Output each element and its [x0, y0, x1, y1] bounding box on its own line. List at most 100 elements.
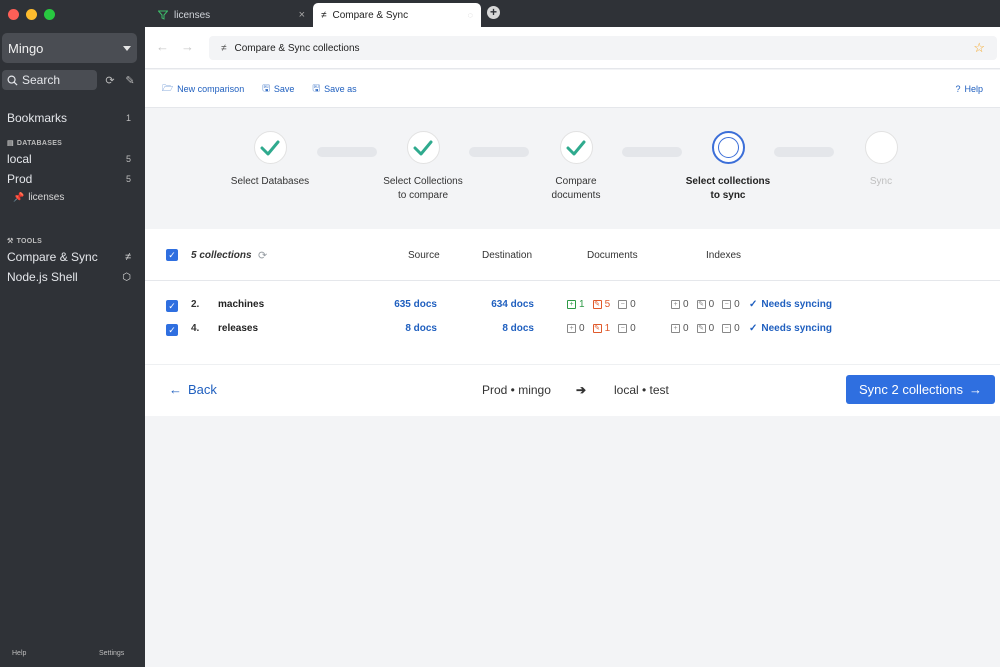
compare-icon: ≠ [124, 251, 131, 263]
sidebar-item-nodejs-shell[interactable]: Node.js Shell ⬡ [7, 270, 131, 284]
tab-licenses[interactable]: licenses × [150, 3, 313, 27]
back-button[interactable]: ← Back [169, 382, 217, 397]
step-label: Compare documents [516, 175, 636, 203]
step-label-line1: Select Databases [230, 176, 310, 187]
destination-docs-link[interactable]: 8 docs [474, 323, 534, 334]
collection-name: releases [218, 323, 259, 334]
bookmarks-count: 1 [125, 113, 131, 123]
search-icon [7, 75, 18, 86]
database-count: 5 [125, 174, 131, 184]
table-row[interactable]: ✓ 4. releases 8 docs 8 docs +0 ✎ 1 −0 +0 … [145, 318, 1000, 342]
wizard-footer: ← Back Prod • mingo ➔ local • test Sync … [145, 364, 1000, 416]
status-label: Needs syncing [761, 299, 832, 310]
idx-deleted: 0 [734, 323, 740, 334]
row-checkbox[interactable]: ✓ [166, 300, 178, 312]
check-icon: ✓ [749, 323, 758, 334]
tab-label: licenses [174, 9, 211, 21]
header-source: Source [408, 250, 440, 261]
docs-deleted: 0 [630, 323, 636, 334]
idx-added: 0 [683, 299, 689, 310]
source-docs-link[interactable]: 635 docs [377, 299, 437, 310]
step-circle [253, 131, 287, 164]
button-label: New comparison [177, 83, 245, 94]
docs-added: 0 [579, 323, 585, 334]
sidebar-item-prod[interactable]: Prod 5 [7, 172, 131, 186]
indexes-diff: +0 ✎ 0 −0 [671, 299, 740, 310]
header-indexes: Indexes [706, 250, 742, 261]
step-select-databases[interactable]: Select Databases [210, 131, 330, 189]
added-icon: + [671, 324, 680, 333]
help-button[interactable]: ? Help [955, 84, 983, 94]
collection-name: machines [218, 299, 265, 310]
row-checkbox[interactable]: ✓ [166, 324, 178, 336]
close-window-button[interactable] [8, 9, 19, 20]
search-input[interactable]: Search [2, 70, 97, 90]
connection-select[interactable]: Mingo [2, 33, 137, 63]
refresh-icon[interactable]: ⟳ [258, 249, 267, 262]
star-icon[interactable]: ☆ [973, 40, 985, 56]
added-icon: + [671, 300, 680, 309]
folder-open-icon: 🗁 [162, 82, 174, 93]
idx-added: 0 [683, 323, 689, 334]
step-label-line2: to compare [397, 190, 449, 201]
minimize-window-button[interactable] [26, 9, 37, 20]
help-link[interactable]: Help [12, 650, 26, 657]
step-select-collections-to-sync[interactable]: Select collections to sync [668, 131, 788, 203]
status-label: Needs syncing [761, 323, 832, 334]
sidebar: Mingo Search ⟳ ✎ Bookmarks 1 ▤ DATABASES… [0, 0, 145, 667]
sync-collections-button[interactable]: Sync 2 collections → [846, 375, 995, 404]
new-tab-button[interactable]: + [487, 6, 500, 19]
select-all-checkbox[interactable]: ✓ [166, 249, 178, 261]
maximize-window-button[interactable] [44, 9, 55, 20]
loading-icon: ◌ [467, 10, 473, 20]
compare-icon: ≠ [221, 42, 227, 54]
address-bar[interactable]: ≠ Compare & Sync collections ☆ [209, 36, 997, 60]
tab-compare-sync[interactable]: ≠ Compare & Sync ◌ [313, 3, 481, 27]
checkmark-icon [413, 140, 433, 155]
sidebar-item-licenses[interactable]: 📌 licenses [13, 192, 64, 203]
tab-label: Compare & Sync [332, 9, 409, 21]
new-comparison-button[interactable]: 🗁 New comparison [162, 81, 244, 97]
edit-icon[interactable]: ✎ [123, 74, 137, 87]
filter-icon [158, 10, 168, 20]
check-icon: ✓ [749, 299, 758, 310]
connection-label: Mingo [8, 40, 44, 56]
collections-table: ✓ 5 collections ⟳ Source Destination Doc… [145, 229, 1000, 364]
settings-link[interactable]: Settings [99, 650, 124, 657]
step-label: Select Databases [210, 175, 330, 189]
forward-arrow-icon[interactable]: → [181, 39, 194, 54]
save-button[interactable]: 🖫 Save [262, 81, 294, 97]
sidebar-search-row: Search ⟳ ✎ [2, 70, 143, 90]
step-compare-documents[interactable]: Compare documents [516, 131, 636, 203]
header-documents: Documents [587, 250, 638, 261]
idx-modified: 0 [708, 323, 715, 334]
step-label-line1: Sync [869, 176, 893, 187]
search-placeholder: Search [22, 73, 61, 87]
indexes-diff: +0 ✎ 0 −0 [671, 323, 740, 334]
save-as-button[interactable]: 🖫 Save as [312, 81, 356, 97]
refresh-icon[interactable]: ⟳ [103, 74, 117, 87]
destination-route: local • test [614, 383, 669, 397]
row-number: 4. [191, 323, 200, 334]
step-label: Select collections to sync [668, 175, 788, 203]
idx-modified: 0 [708, 299, 715, 310]
sidebar-item-compare-sync[interactable]: Compare & Sync ≠ [7, 250, 131, 264]
destination-docs-link[interactable]: 634 docs [474, 299, 534, 310]
arrow-right-icon: → [969, 382, 983, 397]
window-controls [8, 9, 55, 20]
arrow-right-icon: ➔ [576, 383, 587, 397]
button-label: Save [273, 83, 295, 94]
pin-icon: 📌 [13, 192, 25, 202]
button-label: Back [188, 382, 217, 397]
source-docs-link[interactable]: 8 docs [377, 323, 437, 334]
idx-deleted: 0 [734, 299, 740, 310]
toolbar: 🗁 New comparison 🖫 Save 🖫 Save as ? Help [145, 70, 1000, 108]
status-badge: ✓ Needs syncing [749, 323, 832, 334]
arrow-left-icon: ← [169, 382, 182, 397]
sidebar-item-bookmarks[interactable]: Bookmarks 1 [7, 111, 131, 125]
back-arrow-icon[interactable]: ← [156, 39, 169, 54]
table-row[interactable]: ✓ 2. machines 635 docs 634 docs +1 ✎ 5 −0… [145, 294, 1000, 318]
sidebar-item-local[interactable]: local 5 [7, 152, 131, 166]
close-icon[interactable]: × [299, 9, 305, 21]
step-select-collections[interactable]: Select Collections to compare [363, 131, 483, 203]
